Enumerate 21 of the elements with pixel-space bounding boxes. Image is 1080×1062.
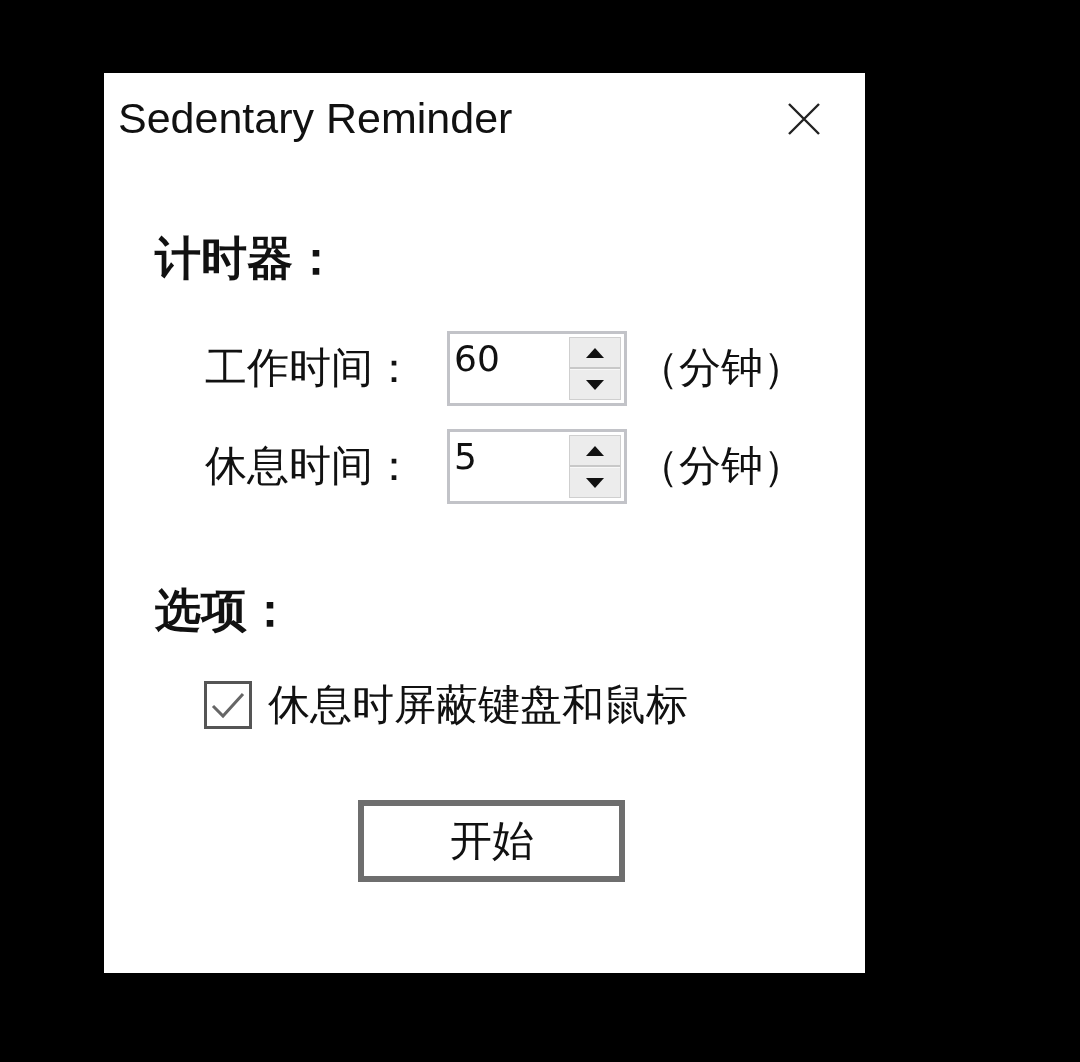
- window-title: Sedentary Reminder: [118, 93, 513, 145]
- down-triangle-icon: [586, 477, 604, 488]
- field-label: 工作时间：: [205, 343, 416, 394]
- up-triangle-icon: [586, 347, 604, 358]
- spin-up-button[interactable]: [570, 338, 620, 369]
- unit-label: （分钟）: [637, 343, 805, 394]
- spin-down-button[interactable]: [570, 467, 620, 497]
- spin-down-button[interactable]: [570, 369, 620, 399]
- section-heading: 计时器：: [155, 230, 339, 287]
- down-triangle-icon: [586, 379, 604, 390]
- up-triangle-icon: [586, 445, 604, 456]
- spin-up-button[interactable]: [570, 436, 620, 467]
- section-heading: 选项：: [155, 582, 293, 639]
- checkbox-label: 休息时屏蔽键盘和鼠标: [268, 681, 688, 729]
- start-button[interactable]: 开始: [358, 800, 625, 882]
- close-icon[interactable]: [787, 102, 821, 136]
- field-label: 休息时间：: [205, 441, 416, 492]
- checkbox[interactable]: [204, 681, 252, 729]
- unit-label: （分钟）: [637, 441, 805, 492]
- number-field[interactable]: 60: [447, 331, 627, 406]
- number-field[interactable]: 5: [447, 429, 627, 504]
